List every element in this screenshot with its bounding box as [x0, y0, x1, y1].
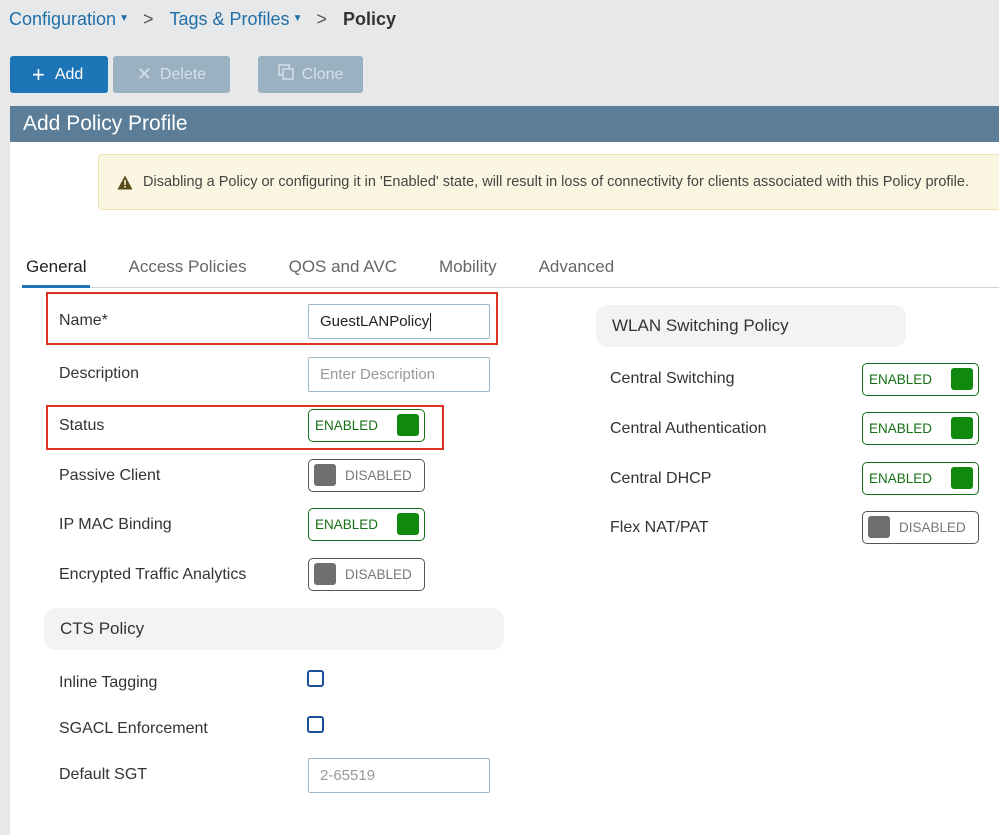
delete-button[interactable]: ✕ Delete: [113, 56, 230, 93]
passive-client-toggle-label: DISABLED: [345, 468, 412, 483]
eta-toggle[interactable]: DISABLED: [308, 558, 425, 591]
default-sgt-input[interactable]: 2-65519: [308, 758, 490, 793]
breadcrumb-separator: >: [142, 8, 154, 29]
toggle-knob: [397, 513, 419, 535]
wlan-switching-policy-title: WLAN Switching Policy: [612, 316, 789, 335]
cts-policy-header: CTS Policy: [44, 608, 504, 650]
toggle-knob: [951, 467, 973, 489]
name-highlight-box: [46, 292, 498, 345]
panel-title: Add Policy Profile: [10, 106, 999, 142]
central-authentication-toggle[interactable]: ENABLED: [862, 412, 979, 445]
flex-nat-pat-toggle-label: DISABLED: [899, 520, 966, 535]
central-switching-toggle[interactable]: ENABLED: [862, 363, 979, 396]
flex-nat-pat-toggle[interactable]: DISABLED: [862, 511, 979, 544]
breadcrumb-current: Policy: [342, 8, 397, 29]
tab-general[interactable]: General: [22, 256, 91, 288]
default-sgt-placeholder: 2-65519: [320, 767, 376, 784]
ip-mac-binding-toggle-label: ENABLED: [315, 517, 379, 532]
ip-mac-binding-label: IP MAC Binding: [59, 516, 172, 533]
caret-down-icon: ▼: [119, 12, 129, 24]
flex-nat-pat-label: Flex NAT/PAT: [610, 519, 709, 536]
eta-label: Encrypted Traffic Analytics: [59, 566, 247, 583]
warning-banner: Disabling a Policy or configuring it in …: [98, 154, 999, 210]
sgacl-enforcement-label: SGACL Enforcement: [59, 720, 208, 737]
toggle-knob: [951, 417, 973, 439]
central-dhcp-label: Central DHCP: [610, 470, 712, 487]
breadcrumb-configuration[interactable]: Configuration ▼: [9, 9, 129, 30]
status-highlight-box: [46, 405, 444, 450]
breadcrumb-configuration-label: Configuration: [9, 8, 117, 29]
inline-tagging-checkbox[interactable]: [307, 670, 324, 687]
inline-tagging-label: Inline Tagging: [59, 674, 158, 691]
toggle-knob: [951, 368, 973, 390]
passive-client-label: Passive Client: [59, 467, 161, 484]
wlan-switching-policy-header: WLAN Switching Policy: [596, 305, 906, 347]
passive-client-toggle[interactable]: DISABLED: [308, 459, 425, 492]
breadcrumb: Configuration ▼ > Tags & Profiles ▼ > Po…: [9, 6, 396, 32]
toggle-knob: [868, 516, 890, 538]
description-placeholder: Enter Description: [320, 366, 436, 383]
tab-access-policies[interactable]: Access Policies: [124, 256, 250, 288]
default-sgt-label: Default SGT: [59, 766, 148, 783]
plus-icon: +: [32, 61, 45, 87]
central-switching-toggle-label: ENABLED: [869, 372, 933, 387]
tab-qos-and-avc[interactable]: QOS and AVC: [285, 256, 401, 288]
toolbar: + Add ✕ Delete Clone: [10, 56, 363, 93]
central-dhcp-toggle[interactable]: ENABLED: [862, 462, 979, 495]
central-dhcp-toggle-label: ENABLED: [869, 471, 933, 486]
toggle-knob: [314, 464, 336, 486]
warning-text: Disabling a Policy or configuring it in …: [143, 174, 969, 190]
sgacl-enforcement-checkbox[interactable]: [307, 716, 324, 733]
breadcrumb-separator: >: [316, 8, 327, 29]
clone-button[interactable]: Clone: [258, 56, 363, 93]
central-authentication-label: Central Authentication: [610, 420, 767, 437]
tab-advanced[interactable]: Advanced: [535, 256, 619, 288]
tab-bar: General Access Policies QOS and AVC Mobi…: [22, 256, 999, 288]
add-policy-profile-panel: Add Policy Profile Disabling a Policy or…: [10, 106, 999, 835]
copy-icon: [277, 64, 294, 85]
add-button-label: Add: [54, 65, 84, 83]
eta-toggle-label: DISABLED: [345, 567, 412, 582]
delete-button-label: Delete: [159, 65, 207, 83]
central-authentication-toggle-label: ENABLED: [869, 421, 933, 436]
caret-down-icon: ▼: [292, 12, 303, 24]
close-icon: ✕: [136, 64, 152, 84]
breadcrumb-tags-profiles[interactable]: Tags & Profiles ▼: [170, 9, 303, 30]
description-input[interactable]: Enter Description: [308, 357, 490, 392]
description-label: Description: [59, 365, 140, 382]
warning-icon: [117, 175, 133, 189]
breadcrumb-tags-profiles-label: Tags & Profiles: [169, 8, 290, 29]
cts-policy-title: CTS Policy: [60, 619, 145, 638]
central-switching-label: Central Switching: [610, 370, 735, 387]
add-button[interactable]: + Add: [10, 56, 108, 93]
tab-mobility[interactable]: Mobility: [435, 256, 501, 288]
toggle-knob: [314, 563, 336, 585]
ip-mac-binding-toggle[interactable]: ENABLED: [308, 508, 425, 541]
clone-button-label: Clone: [301, 65, 344, 83]
